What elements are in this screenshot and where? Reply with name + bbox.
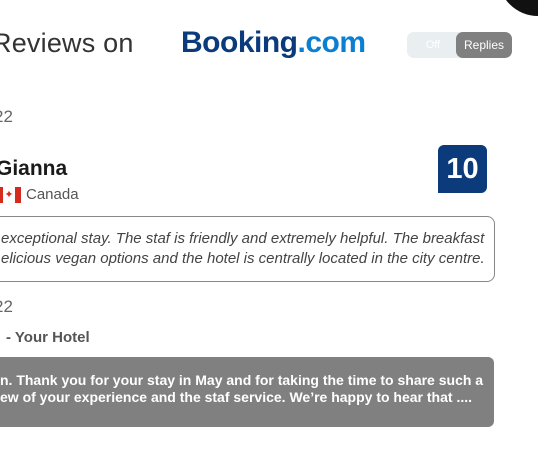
reviewer-country: Canada (26, 186, 79, 203)
canada-flag-icon: ✦ (0, 187, 21, 203)
window-corner (498, 0, 538, 16)
review-date: 22 (0, 107, 13, 126)
review-text-box: exceptional stay. The staf is friendly a… (0, 216, 495, 282)
score-badge: 10 (438, 145, 487, 193)
reply-author: - Your Hotel (6, 329, 90, 346)
reply-text-box: n. Thank you for your stay in May and fo… (0, 357, 494, 427)
toggle-replies-label[interactable]: Replies (456, 32, 512, 58)
toggle-off-label[interactable]: Off (407, 32, 459, 58)
logo-booking-text: Booking (181, 26, 298, 59)
reviewer-name: Gianna (0, 157, 68, 180)
review-text-line: elicious vegan options and the hotel is … (1, 250, 485, 267)
booking-logo: Booking.com (181, 26, 366, 60)
review-card: Reviews on Booking.com Off Replies 22 Gi… (0, 0, 538, 467)
header-title: Reviews on (0, 28, 134, 58)
reply-text-line: n. Thank you for your stay in May and fo… (0, 372, 484, 388)
logo-com-text: .com (297, 26, 367, 59)
reply-date: 22 (0, 297, 13, 316)
review-text-line: exceptional stay. The staf is friendly a… (1, 230, 485, 247)
reply-text-line: ew of your experience and the staf servi… (0, 389, 473, 405)
